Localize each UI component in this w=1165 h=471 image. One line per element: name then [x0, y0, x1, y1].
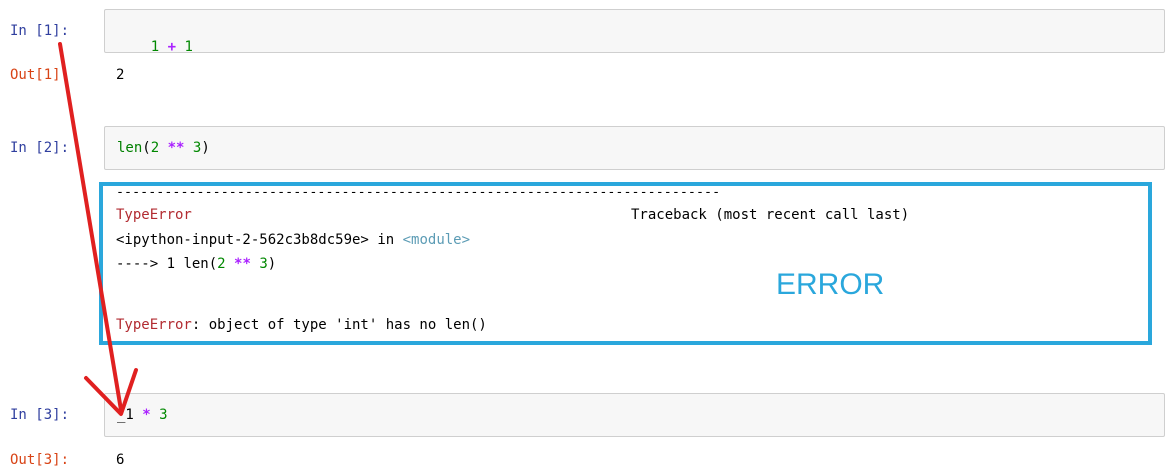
cell3-operator: *	[142, 407, 151, 423]
cell3-in-prompt: In [3]:	[10, 407, 70, 423]
cell2-len-func: len	[117, 140, 143, 156]
cell2-operand-a: 2	[150, 140, 160, 156]
cell3-operand-a: _1	[117, 407, 134, 423]
error-annotation-box	[99, 182, 1152, 345]
cell2-open-paren: (	[142, 140, 151, 156]
cell1-out-prompt: Out[1]:	[10, 67, 70, 83]
cell2-in-prompt: In [2]:	[10, 140, 70, 156]
cell1-output: 2	[116, 67, 125, 83]
cell2-operator: **	[167, 140, 185, 156]
cell2-close-paren: )	[201, 140, 210, 156]
cell3-out-prompt: Out[3]:	[10, 452, 70, 468]
cell3-code-input[interactable]: _1 * 3	[104, 393, 1165, 437]
cell1-operand-a: 1	[150, 39, 160, 55]
cell1-operator: +	[167, 39, 177, 55]
cell1-operand-b: 1	[184, 39, 193, 55]
cell1-in-prompt: In [1]:	[10, 23, 70, 39]
cell2-code-input[interactable]: len(2 ** 3)	[104, 126, 1165, 170]
cell3-output: 6	[116, 452, 125, 468]
error-annotation-label: ERROR	[776, 268, 885, 301]
cell1-code-input[interactable]: 1 + 1	[104, 9, 1165, 55]
cell3-operand-b: 3	[159, 407, 168, 423]
